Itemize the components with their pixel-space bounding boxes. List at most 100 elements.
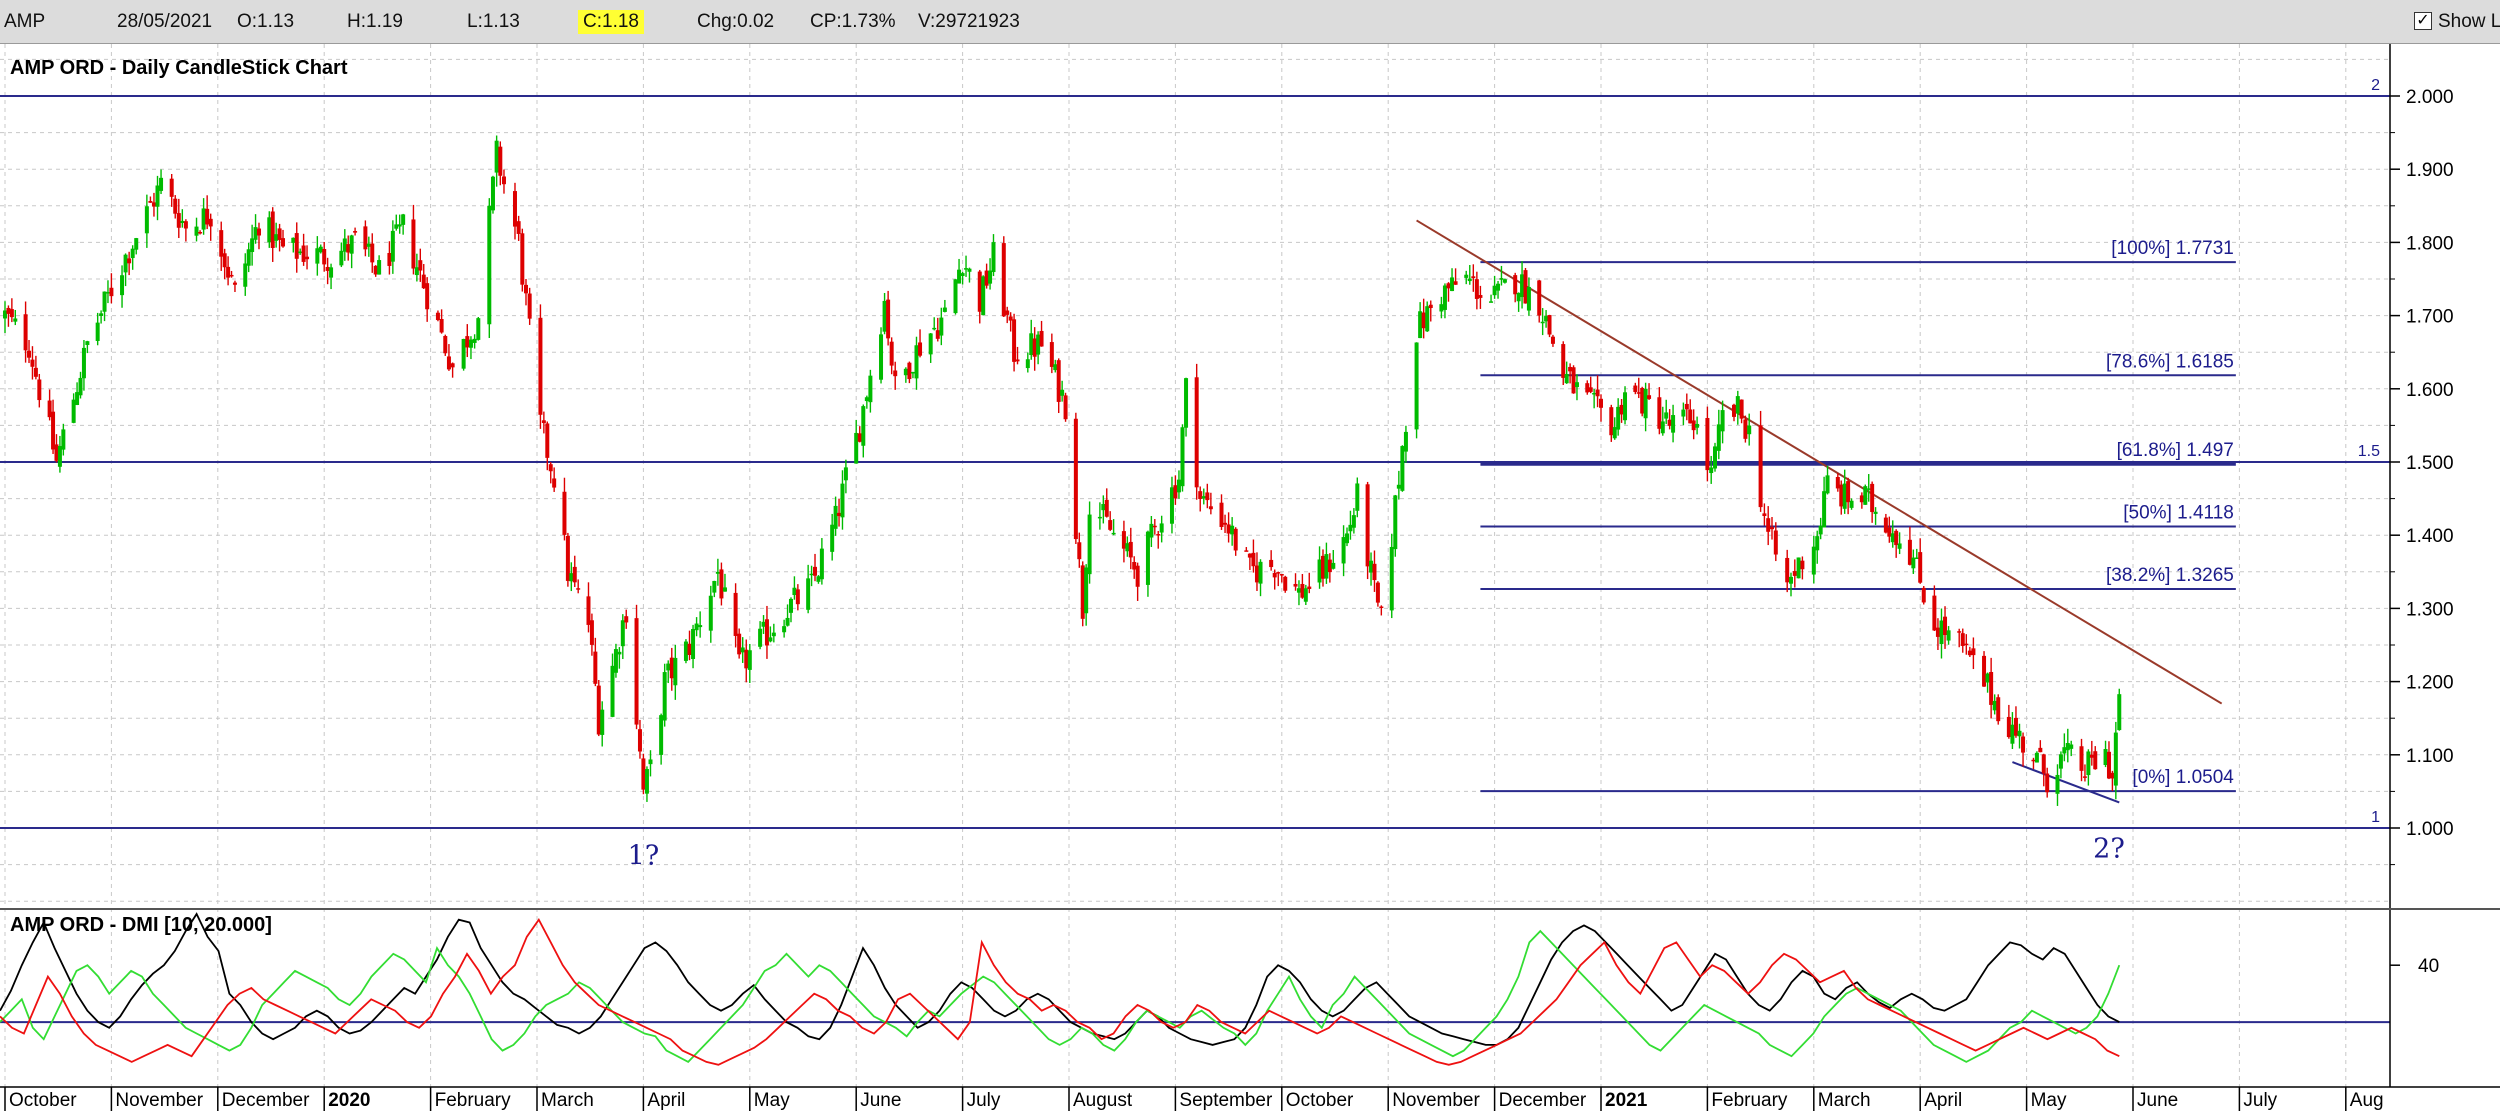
candle-body (1660, 421, 1665, 434)
candle-body (1442, 285, 1447, 310)
candle-body (13, 318, 18, 322)
candle-body (889, 341, 894, 366)
candle-body (387, 253, 392, 266)
candle-body (1544, 316, 1549, 322)
candle-body (1496, 283, 1501, 291)
candle-body (1640, 387, 1645, 414)
candle-body (1428, 304, 1433, 309)
candle-body (291, 237, 296, 243)
candle-body (1077, 542, 1082, 560)
candle-body (761, 621, 766, 627)
candle-body (2093, 751, 2098, 770)
candle-body (2113, 732, 2118, 786)
x-axis-label: March (541, 1090, 594, 1111)
candle-body (722, 587, 727, 592)
candle-body (435, 312, 440, 321)
candle-body (1421, 312, 1426, 329)
candle-body (472, 338, 477, 343)
candle-body (1372, 563, 1377, 581)
candle-body (23, 314, 28, 351)
candle-body (318, 246, 323, 253)
candle-body (1087, 514, 1092, 575)
candle-body (253, 227, 258, 240)
candle-body (879, 334, 884, 380)
candle-body (85, 341, 90, 345)
chart-area[interactable]: 2 1.5 1 [100%] 1.7731 [78.6%] 1.6185 [61.8%] … (0, 44, 2500, 1111)
candle-body (1247, 553, 1252, 558)
candle-body (1365, 484, 1370, 567)
candle-body (516, 221, 521, 234)
candle-body (1276, 572, 1281, 574)
candle-body (740, 647, 745, 653)
candle-body (1208, 506, 1213, 510)
candle-body (27, 350, 32, 358)
candle-body (1773, 530, 1778, 555)
candle-body (758, 628, 763, 647)
candle-body (737, 633, 742, 655)
candle-body (1029, 333, 1034, 356)
candle-body (54, 444, 59, 461)
candle-body (490, 176, 495, 211)
candle-body (1561, 344, 1566, 378)
candle-body (2079, 746, 2084, 771)
candle-body (1870, 483, 1875, 513)
candle-body (659, 715, 664, 755)
candle-body (219, 230, 224, 257)
candle-body (498, 146, 503, 176)
x-axis-label: February (435, 1090, 512, 1111)
candle-body (1184, 378, 1189, 428)
candle-body (1226, 524, 1231, 534)
candle-body (1609, 407, 1614, 436)
candle-body (1792, 571, 1797, 576)
candle-body (1585, 383, 1590, 393)
candle-body (691, 628, 696, 660)
candle-body (1389, 546, 1394, 611)
candle-body (1897, 543, 1902, 549)
candle-body (2086, 751, 2091, 776)
candle-body (1592, 392, 1597, 395)
candle-body (1709, 467, 1714, 474)
candle-body (771, 632, 776, 637)
candle-body (71, 399, 76, 423)
candle-body (123, 254, 128, 273)
candle-body (733, 592, 738, 636)
candle-body (1104, 499, 1109, 517)
x-axis-label: April (647, 1090, 685, 1111)
candle-body (698, 625, 703, 628)
candle-body (1747, 425, 1752, 435)
show-labels-label[interactable]: Show La (2438, 10, 2500, 34)
show-labels-checkbox[interactable]: ✓ (2414, 12, 2432, 30)
candle-body (957, 269, 962, 284)
x-axis-label: October (9, 1090, 77, 1111)
candle-body (1516, 292, 1521, 302)
candle-body (1355, 483, 1360, 511)
x-axis-label: June (2137, 1090, 2178, 1111)
candle-body (1453, 281, 1458, 285)
candle-body (1324, 554, 1329, 579)
candle-body (644, 769, 649, 794)
candle-body (523, 284, 528, 294)
candle-body (414, 267, 419, 276)
candle-body (1492, 285, 1497, 296)
x-axis-label: November (115, 1090, 203, 1111)
candle-body (109, 287, 114, 297)
candle-body (1811, 546, 1816, 575)
candle-body (882, 300, 887, 332)
candle-body (813, 566, 818, 576)
candle-body (30, 359, 35, 367)
candle-body (662, 672, 667, 721)
candle-body (465, 336, 470, 348)
x-axis-label: September (1179, 1090, 1273, 1111)
candle-body (893, 370, 898, 377)
candle-body (694, 623, 699, 631)
candle-body (586, 596, 591, 625)
candle-body (637, 729, 642, 752)
fib-level-label: [100%] 1.7731 (2111, 238, 2234, 259)
candle-body (1502, 279, 1507, 283)
candle-body (446, 356, 451, 370)
candle-body (1883, 517, 1888, 533)
candle-body (2082, 776, 2087, 778)
candle-body (301, 245, 306, 262)
candle-body (33, 367, 38, 377)
candle-body (298, 251, 303, 254)
